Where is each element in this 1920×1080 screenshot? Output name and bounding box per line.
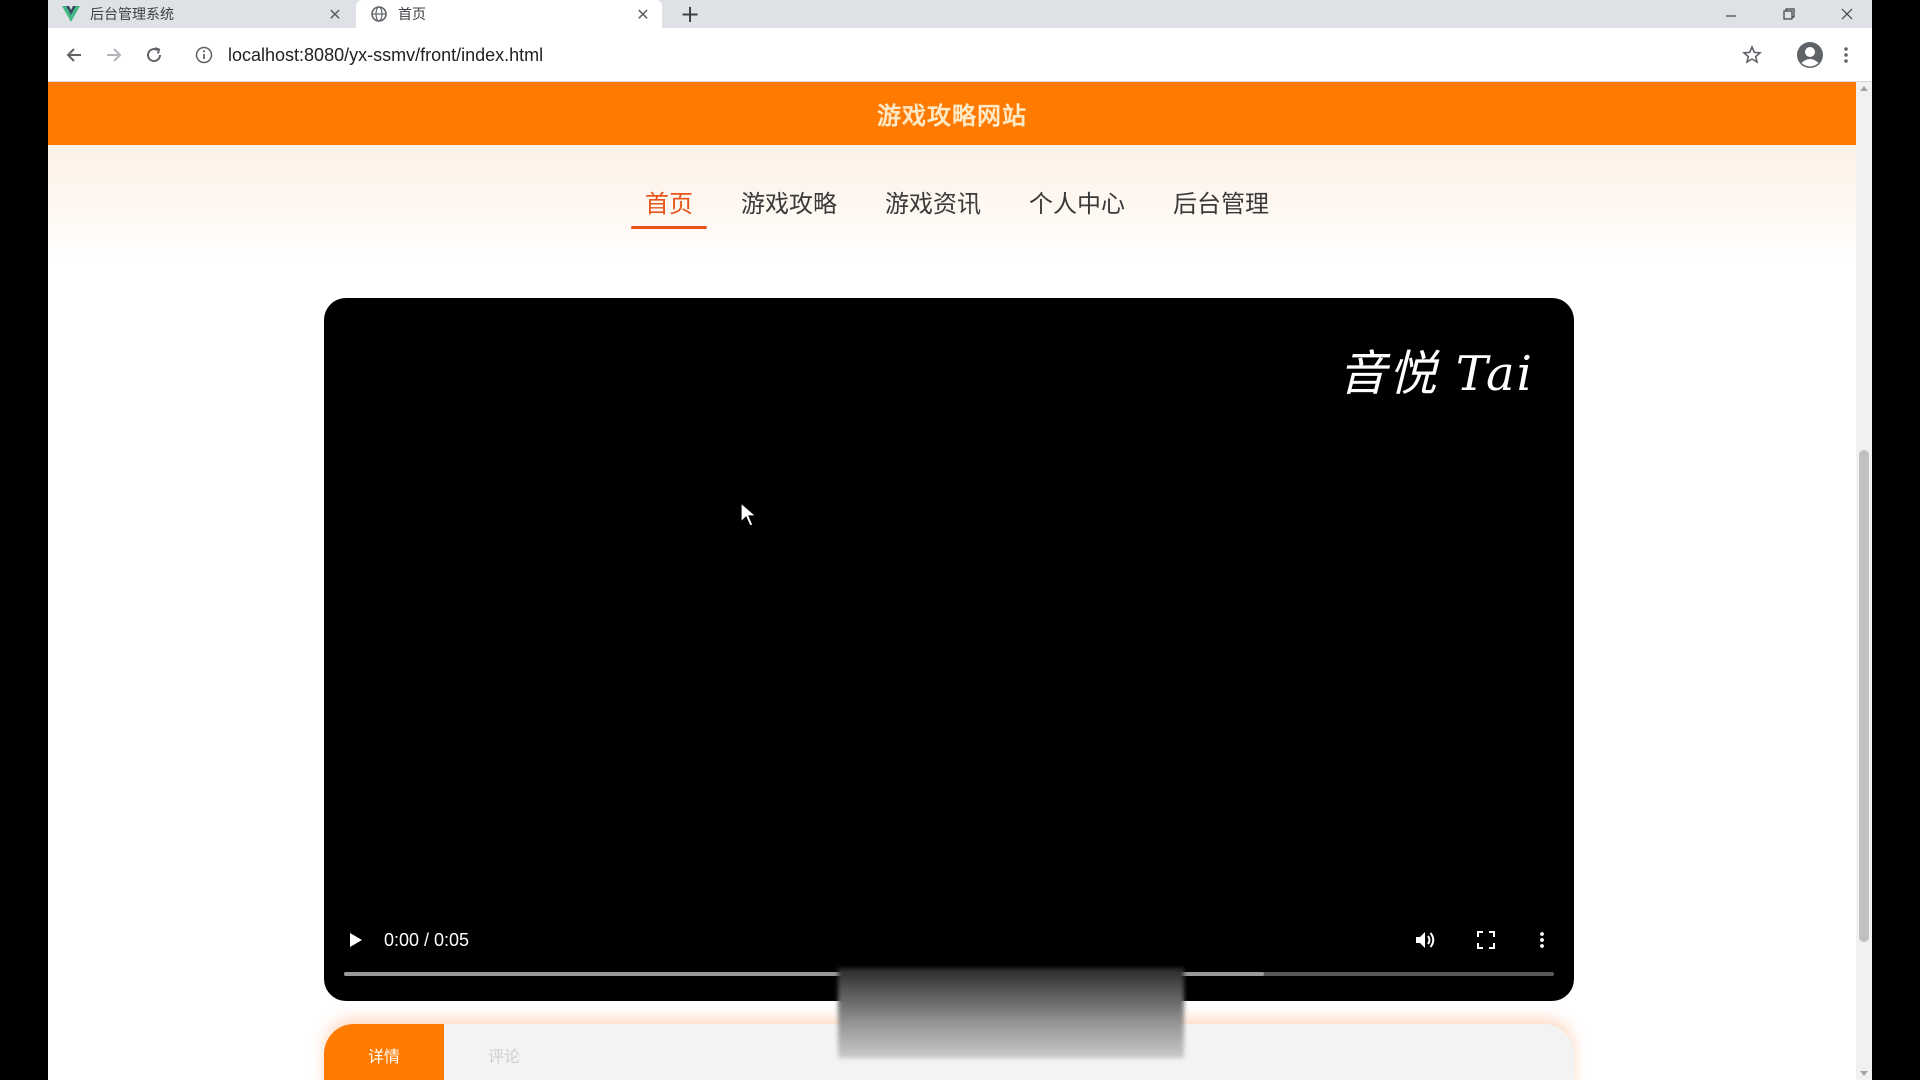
tab-admin-system[interactable]: 后台管理系统 ✕: [48, 0, 354, 28]
nav-item-home[interactable]: 首页: [631, 178, 707, 229]
reload-icon[interactable]: [140, 41, 168, 69]
volume-icon[interactable]: [1412, 927, 1440, 953]
tab-strip: 后台管理系统 ✕ 首页 ✕ +: [48, 0, 1872, 28]
site-title: 游戏攻略网站: [877, 102, 1027, 130]
scroll-up-icon[interactable]: [1860, 86, 1868, 91]
window-close-icon[interactable]: [1824, 0, 1870, 28]
browser-window: 后台管理系统 ✕ 首页 ✕ + localhost:8080/yx-ssmv/f…: [48, 0, 1872, 1080]
mouse-cursor-icon: [740, 501, 760, 528]
page-scrollbar[interactable]: [1856, 82, 1872, 1080]
minimize-icon[interactable]: [1708, 0, 1754, 28]
play-icon[interactable]: [344, 927, 368, 953]
nav-item-personal-center[interactable]: 个人中心: [1015, 178, 1139, 229]
tab-detail[interactable]: 详情: [324, 1024, 444, 1080]
new-tab-button[interactable]: +: [676, 0, 704, 28]
info-icon[interactable]: [194, 45, 214, 65]
site-header: 游戏攻略网站: [48, 82, 1856, 145]
vue-logo-icon: [62, 5, 80, 23]
scroll-down-icon[interactable]: [1860, 1071, 1868, 1076]
url-text: localhost:8080/yx-ssmv/front/index.html: [228, 44, 544, 65]
profile-avatar-icon[interactable]: [1794, 39, 1826, 71]
video-time: 0:00 / 0:05: [384, 930, 470, 950]
bookmark-star-icon[interactable]: [1738, 41, 1766, 69]
page-viewport: 游戏攻略网站 首页 游戏攻略 游戏资讯 个人中心 后台管理 音悦 Tai 0:0…: [48, 82, 1872, 1080]
main-nav: 首页 游戏攻略 游戏资讯 个人中心 后台管理: [48, 145, 1856, 261]
nav-item-game-news[interactable]: 游戏资讯: [871, 178, 995, 229]
video-player[interactable]: 音悦 Tai 0:00 / 0:05: [324, 298, 1574, 1001]
restore-icon[interactable]: [1766, 0, 1812, 28]
address-bar[interactable]: localhost:8080/yx-ssmv/front/index.html: [184, 36, 1814, 74]
browser-menu-icon[interactable]: [1836, 41, 1856, 69]
tab-comment[interactable]: 评论: [444, 1024, 564, 1080]
forward-icon[interactable]: [100, 41, 128, 69]
tab-home[interactable]: 首页 ✕: [356, 0, 662, 28]
video-watermark: 音悦 Tai: [1338, 346, 1534, 402]
scrollbar-thumb[interactable]: [1859, 450, 1869, 942]
back-icon[interactable]: [60, 41, 88, 69]
tab-title: 首页: [398, 7, 426, 23]
close-icon[interactable]: ✕: [324, 3, 346, 25]
nav-item-admin[interactable]: 后台管理: [1159, 178, 1283, 229]
close-icon[interactable]: ✕: [632, 3, 654, 25]
browser-toolbar: localhost:8080/yx-ssmv/front/index.html: [48, 28, 1872, 82]
more-options-icon[interactable]: [1534, 927, 1550, 953]
nav-item-game-guides[interactable]: 游戏攻略: [727, 178, 851, 229]
tab-title: 后台管理系统: [90, 7, 174, 23]
blurred-overlay: [838, 968, 1184, 1058]
fullscreen-icon[interactable]: [1472, 927, 1500, 953]
globe-icon: [370, 5, 388, 23]
